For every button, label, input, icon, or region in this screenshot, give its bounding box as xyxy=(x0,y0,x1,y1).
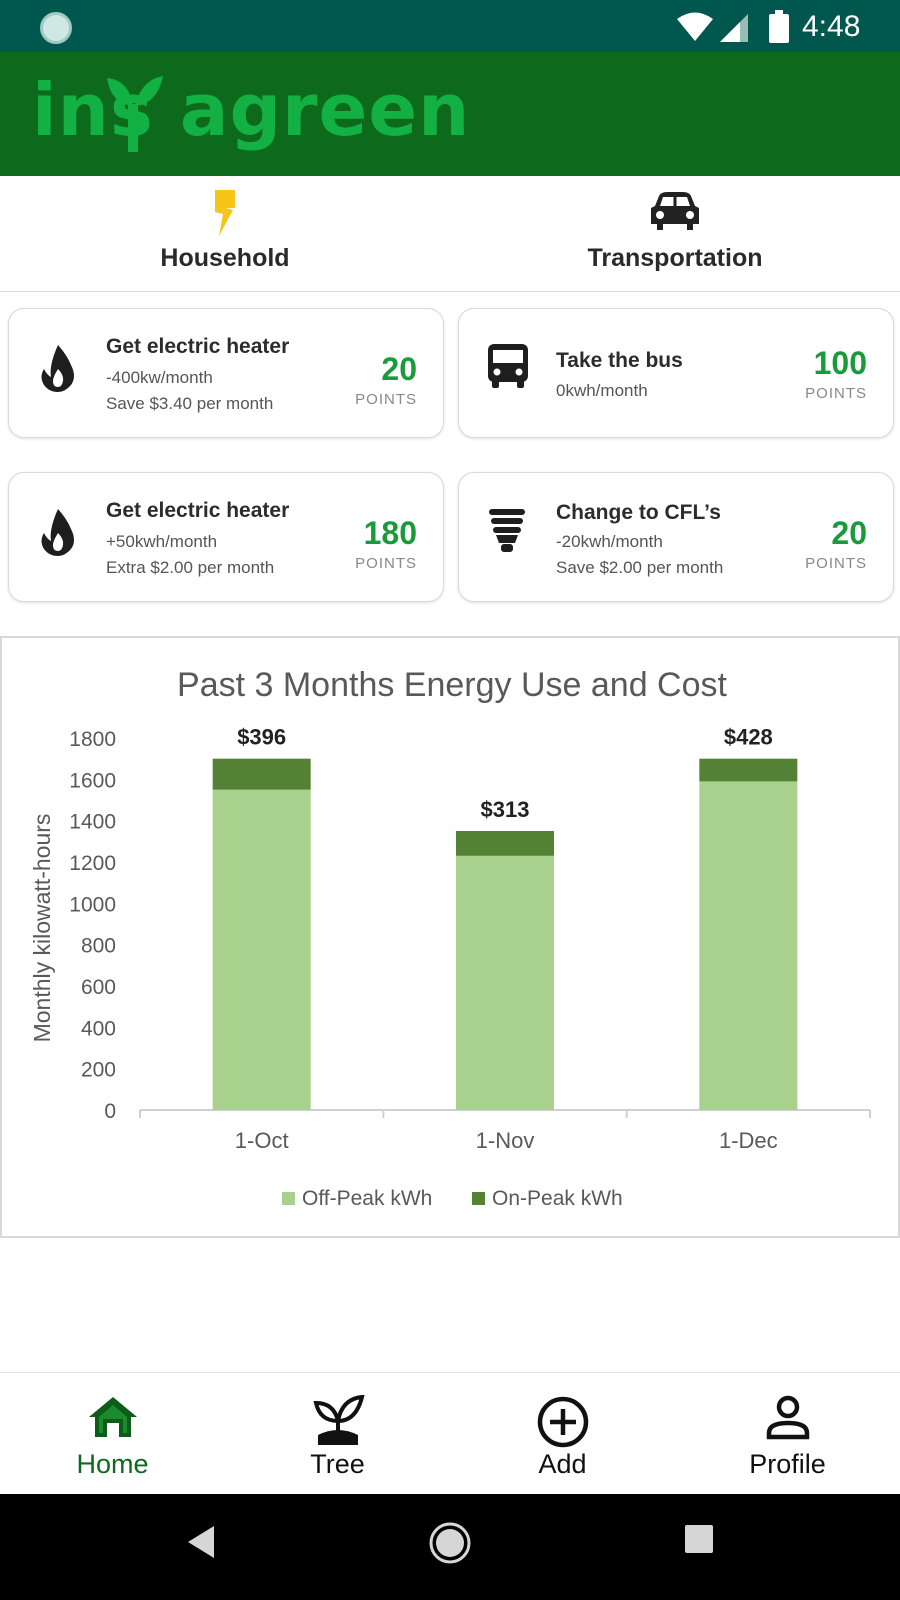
card-title: Get electric heater xyxy=(106,335,290,358)
lightning-icon xyxy=(215,190,235,236)
action-card[interactable]: Get electric heater -400kw/month Save $3… xyxy=(8,308,444,438)
points-value: 20 xyxy=(831,515,867,551)
battery-icon xyxy=(769,10,789,43)
points-label: POINTS xyxy=(355,555,417,572)
home-button-icon[interactable] xyxy=(428,1521,472,1565)
wifi-icon xyxy=(677,12,713,41)
flame-icon xyxy=(41,509,74,556)
bar-data-label: $396 xyxy=(237,725,286,750)
add-circle-icon xyxy=(537,1396,588,1448)
bar-on-peak xyxy=(699,758,798,782)
card-title: Take the bus xyxy=(556,349,683,372)
nav-tree-label: Tree xyxy=(310,1449,365,1479)
person-icon xyxy=(766,1395,809,1440)
nav-home[interactable]: Home xyxy=(0,1373,225,1495)
home-icon xyxy=(88,1397,137,1437)
sprout-icon xyxy=(313,1395,365,1445)
action-card[interactable]: Get electric heater +50kwh/month Extra $… xyxy=(8,472,444,602)
y-tick-label: 1400 xyxy=(69,811,116,834)
points-label: POINTS xyxy=(805,385,867,402)
back-icon[interactable] xyxy=(186,1524,216,1560)
nav-add-label: Add xyxy=(538,1449,587,1479)
points-value: 180 xyxy=(363,515,417,551)
x-tick-label: 1-Nov xyxy=(476,1128,535,1153)
legend-label: On-Peak kWh xyxy=(492,1187,623,1210)
car-icon xyxy=(651,192,699,230)
nav-tree[interactable]: Tree xyxy=(225,1373,450,1495)
x-tick-label: 1-Dec xyxy=(719,1128,778,1153)
y-tick-label: 200 xyxy=(81,1059,116,1082)
bottom-navigation: Home Tree Add Profile xyxy=(0,1372,900,1494)
card-title: Change to CFL’s xyxy=(556,501,721,524)
cfl-bulb-icon xyxy=(489,509,525,552)
card-savings: Save $2.00 per month xyxy=(556,558,724,577)
bus-icon xyxy=(488,344,528,388)
tab-household[interactable]: Household xyxy=(0,176,450,292)
chart-title: Past 3 Months Energy Use and Cost xyxy=(177,666,727,704)
energy-chart: Past 3 Months Energy Use and Cost Monthl… xyxy=(0,636,900,1238)
y-tick-label: 400 xyxy=(81,1017,116,1040)
x-tick-label: 1-Oct xyxy=(235,1128,289,1153)
notification-icon xyxy=(40,12,72,44)
legend-label: Off-Peak kWh xyxy=(302,1187,432,1210)
bar-data-label: $313 xyxy=(481,797,530,822)
y-tick-label: 1000 xyxy=(69,893,116,916)
category-tabs: Household Transportation xyxy=(0,176,900,292)
card-usage: -400kw/month xyxy=(106,368,213,387)
app-header: ins agreen insTagreen xyxy=(0,52,900,176)
legend-swatch xyxy=(282,1192,295,1205)
card-usage: -20kwh/month xyxy=(556,532,663,551)
clock: 4:48 xyxy=(802,10,861,43)
card-savings: Extra $2.00 per month xyxy=(106,558,275,577)
recents-icon[interactable] xyxy=(684,1524,714,1554)
signal-icon xyxy=(720,14,748,42)
y-tick-label: 800 xyxy=(81,935,116,958)
action-card[interactable]: Take the bus 0kwh/month 100 POINTS xyxy=(458,308,894,438)
app-logo: ins agreen xyxy=(32,68,471,152)
chart-plot-area: 0 200 400 600 800 1000 1200 1400 1600 1800 $396 1-O… xyxy=(69,725,871,1210)
y-tick-label: 1600 xyxy=(69,769,116,792)
card-usage: +50kwh/month xyxy=(106,532,218,551)
y-axis-label: Monthly kilowatt-hours xyxy=(29,814,55,1043)
card-usage: 0kwh/month xyxy=(556,381,648,400)
nav-profile-label: Profile xyxy=(749,1449,826,1479)
y-tick-label: 600 xyxy=(81,976,116,999)
action-card[interactable]: Change to CFL’s -20kwh/month Save $2.00 … xyxy=(458,472,894,602)
points-label: POINTS xyxy=(805,555,867,572)
tab-transportation-label: Transportation xyxy=(587,244,763,272)
flame-icon xyxy=(41,345,74,392)
nav-profile[interactable]: Profile xyxy=(675,1373,900,1495)
points-label: POINTS xyxy=(355,391,417,408)
card-savings: Save $3.40 per month xyxy=(106,394,274,413)
card-title: Get electric heater xyxy=(106,499,290,522)
status-bar: 4:48 xyxy=(0,0,900,52)
points-value: 20 xyxy=(381,351,417,387)
bar-off-peak xyxy=(212,789,311,1110)
y-tick-label: 1800 xyxy=(69,728,116,751)
system-navigation-bar xyxy=(0,1494,900,1600)
y-tick-label: 1200 xyxy=(69,852,116,875)
tab-household-label: Household xyxy=(160,244,290,272)
chart-canvas: Past 3 Months Energy Use and Cost Monthl… xyxy=(29,666,871,1210)
leaf-logo-icon xyxy=(107,76,163,152)
bar-on-peak xyxy=(212,758,311,790)
points-value: 100 xyxy=(813,345,867,381)
y-tick-label: 0 xyxy=(104,1100,116,1123)
bar-off-peak xyxy=(699,781,798,1110)
tab-transportation[interactable]: Transportation xyxy=(450,176,900,292)
nav-home-label: Home xyxy=(76,1449,149,1479)
bar-on-peak xyxy=(456,831,554,856)
bar-data-label: $428 xyxy=(724,725,773,750)
nav-add[interactable]: Add xyxy=(450,1373,675,1495)
bar-off-peak xyxy=(456,855,554,1110)
legend-swatch xyxy=(472,1192,485,1205)
